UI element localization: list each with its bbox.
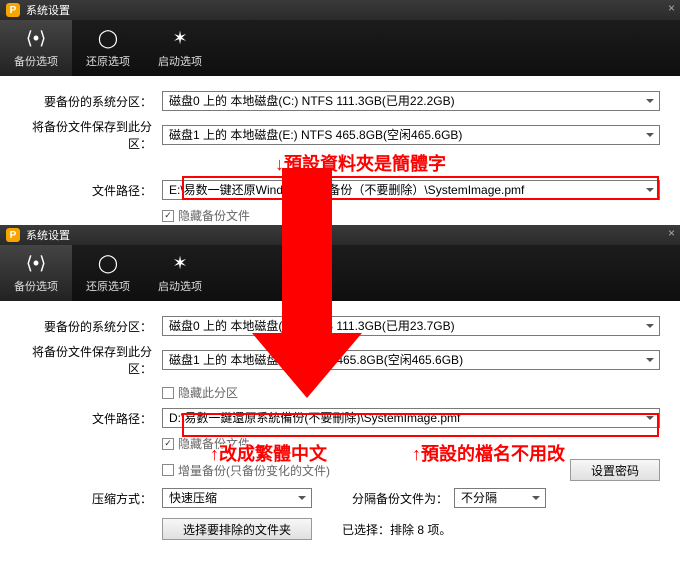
bottom-hidepart-label: 隐藏此分区 xyxy=(178,384,238,401)
top-window: P 系统设置 × ⟨•⟩ 备份选项 ◯ 还原选项 ✶ 启动选项 要备份的系统分区… xyxy=(0,0,680,228)
bottom-hidebackup-label: 隐藏备份文件 xyxy=(178,435,250,452)
restore-icon: ◯ xyxy=(97,252,119,274)
bottom-compress-label: 压缩方式： xyxy=(20,490,162,507)
tab-backup[interactable]: ⟨•⟩ 备份选项 xyxy=(0,245,72,301)
top-row-saveto: 将备份文件保存到此分区： 磁盘1 上的 本地磁盘(E:) NTFS 465.8G… xyxy=(20,118,660,152)
bottom-hidepart-chk[interactable]: 隐藏此分区 xyxy=(162,384,238,401)
bottom-saveto-select[interactable]: 磁盘1 上的 本地磁盘(D:) NTFS 465.8GB(空闲465.6GB) xyxy=(162,350,660,370)
top-partition-label: 要备份的系统分区： xyxy=(20,93,162,110)
top-content: 要备份的系统分区： 磁盘0 上的 本地磁盘(C:) NTFS 111.3GB(已… xyxy=(0,76,680,235)
gear-icon: ✶ xyxy=(169,252,191,274)
tab-startup-label: 启动选项 xyxy=(158,53,202,69)
bottom-incremental-label: 增量备份(只备份变化的文件) xyxy=(178,462,330,479)
gear-icon: ✶ xyxy=(169,27,191,49)
bottom-partition-select[interactable]: 磁盘0 上的 本地磁盘(C:) NTFS 111.3GB(已用23.7GB) xyxy=(162,316,660,336)
bottom-split-label: 分隔备份文件为： xyxy=(352,490,454,507)
top-titlebar: P 系统设置 × xyxy=(0,0,680,20)
tab-restore-label: 还原选项 xyxy=(86,53,130,69)
tab-startup[interactable]: ✶ 启动选项 xyxy=(144,245,216,301)
bottom-row-exclude: 选择要排除的文件夹 已选择：排除 8 项。 xyxy=(20,518,660,540)
bottom-saveto-label: 将备份文件保存到此分区： xyxy=(20,343,162,377)
bottom-titlebar: P 系统设置 × xyxy=(0,225,680,245)
bottom-window: P 系统设置 × ⟨•⟩ 备份选项 ◯ 还原选项 ✶ 启动选项 要备份的系统分区… xyxy=(0,225,680,567)
bottom-partition-label: 要备份的系统分区： xyxy=(20,318,162,335)
restore-icon: ◯ xyxy=(97,27,119,49)
bottom-row-hidebackup: ✓ 隐藏备份文件 xyxy=(20,435,660,452)
bottom-row-compress: 压缩方式： 快速压缩 分隔备份文件为： 不分隔 xyxy=(20,488,660,508)
tab-restore[interactable]: ◯ 还原选项 xyxy=(72,245,144,301)
tab-backup[interactable]: ⟨•⟩ 备份选项 xyxy=(0,20,72,76)
top-path-label: 文件路径： xyxy=(20,182,162,199)
bottom-split-select[interactable]: 不分隔 xyxy=(454,488,546,508)
app-icon: P xyxy=(6,228,20,242)
bottom-compress-select[interactable]: 快速压缩 xyxy=(162,488,312,508)
tab-label: 还原选项 xyxy=(86,278,130,294)
broadcast-icon: ⟨•⟩ xyxy=(25,27,47,49)
top-hide-label: 隐藏备份文件 xyxy=(178,207,250,224)
bottom-path-label: 文件路径： xyxy=(20,410,162,427)
top-saveto-label: 将备份文件保存到此分区： xyxy=(20,118,162,152)
checkbox-icon xyxy=(162,387,174,399)
bottom-title-text: 系统设置 xyxy=(26,227,70,243)
bottom-content: 要备份的系统分区： 磁盘0 上的 本地磁盘(C:) NTFS 111.3GB(已… xyxy=(0,301,680,551)
top-hide-chk-row[interactable]: ✓ 隐藏备份文件 xyxy=(162,207,250,224)
close-icon[interactable]: × xyxy=(668,227,675,239)
bottom-incremental-chk[interactable]: 增量备份(只备份变化的文件) xyxy=(162,462,530,479)
exclude-status: 已选择：排除 8 项。 xyxy=(342,521,451,538)
tab-restore[interactable]: ◯ 还原选项 xyxy=(72,20,144,76)
top-row-partition: 要备份的系统分区： 磁盘0 上的 本地磁盘(C:) NTFS 111.3GB(已… xyxy=(20,91,660,111)
top-row-hide: ✓ 隐藏备份文件 xyxy=(20,207,660,224)
bottom-row-partition: 要备份的系统分区： 磁盘0 上的 本地磁盘(C:) NTFS 111.3GB(已… xyxy=(20,316,660,336)
top-path-select[interactable]: E:\易数一键还原Windows系统备份（不要删除）\SystemImage.p… xyxy=(162,180,660,200)
broadcast-icon: ⟨•⟩ xyxy=(25,252,47,274)
set-password-button[interactable]: 设置密码 xyxy=(570,459,660,481)
top-row-path: 文件路径： E:\易数一键还原Windows系统备份（不要删除）\SystemI… xyxy=(20,180,660,200)
checkbox-checked-icon: ✓ xyxy=(162,210,174,222)
top-tabbar: ⟨•⟩ 备份选项 ◯ 还原选项 ✶ 启动选项 xyxy=(0,20,680,76)
app-icon: P xyxy=(6,3,20,17)
exclude-folders-button[interactable]: 选择要排除的文件夹 xyxy=(162,518,312,540)
close-icon[interactable]: × xyxy=(668,2,675,14)
bottom-row-incremental: 增量备份(只备份变化的文件) 设置密码 xyxy=(20,459,660,481)
tab-backup-label: 备份选项 xyxy=(14,53,58,69)
top-saveto-select[interactable]: 磁盘1 上的 本地磁盘(E:) NTFS 465.8GB(空闲465.6GB) xyxy=(162,125,660,145)
tab-label: 启动选项 xyxy=(158,278,202,294)
bottom-row-saveto: 将备份文件保存到此分区： 磁盘1 上的 本地磁盘(D:) NTFS 465.8G… xyxy=(20,343,660,377)
bottom-tabbar: ⟨•⟩ 备份选项 ◯ 还原选项 ✶ 启动选项 xyxy=(0,245,680,301)
tab-startup[interactable]: ✶ 启动选项 xyxy=(144,20,216,76)
bottom-row-path: 文件路径： D:\易數一鍵還原系統備份(不要刪除)\SystemImage.pm… xyxy=(20,408,660,428)
checkbox-checked-icon: ✓ xyxy=(162,438,174,450)
top-partition-select[interactable]: 磁盘0 上的 本地磁盘(C:) NTFS 111.3GB(已用22.2GB) xyxy=(162,91,660,111)
bottom-row-hidepart: 隐藏此分区 xyxy=(20,384,660,401)
top-title-text: 系统设置 xyxy=(26,2,70,18)
bottom-hidebackup-chk[interactable]: ✓ 隐藏备份文件 xyxy=(162,435,250,452)
checkbox-icon xyxy=(162,464,174,476)
bottom-path-select[interactable]: D:\易數一鍵還原系統備份(不要刪除)\SystemImage.pmf xyxy=(162,408,660,428)
tab-label: 备份选项 xyxy=(14,278,58,294)
